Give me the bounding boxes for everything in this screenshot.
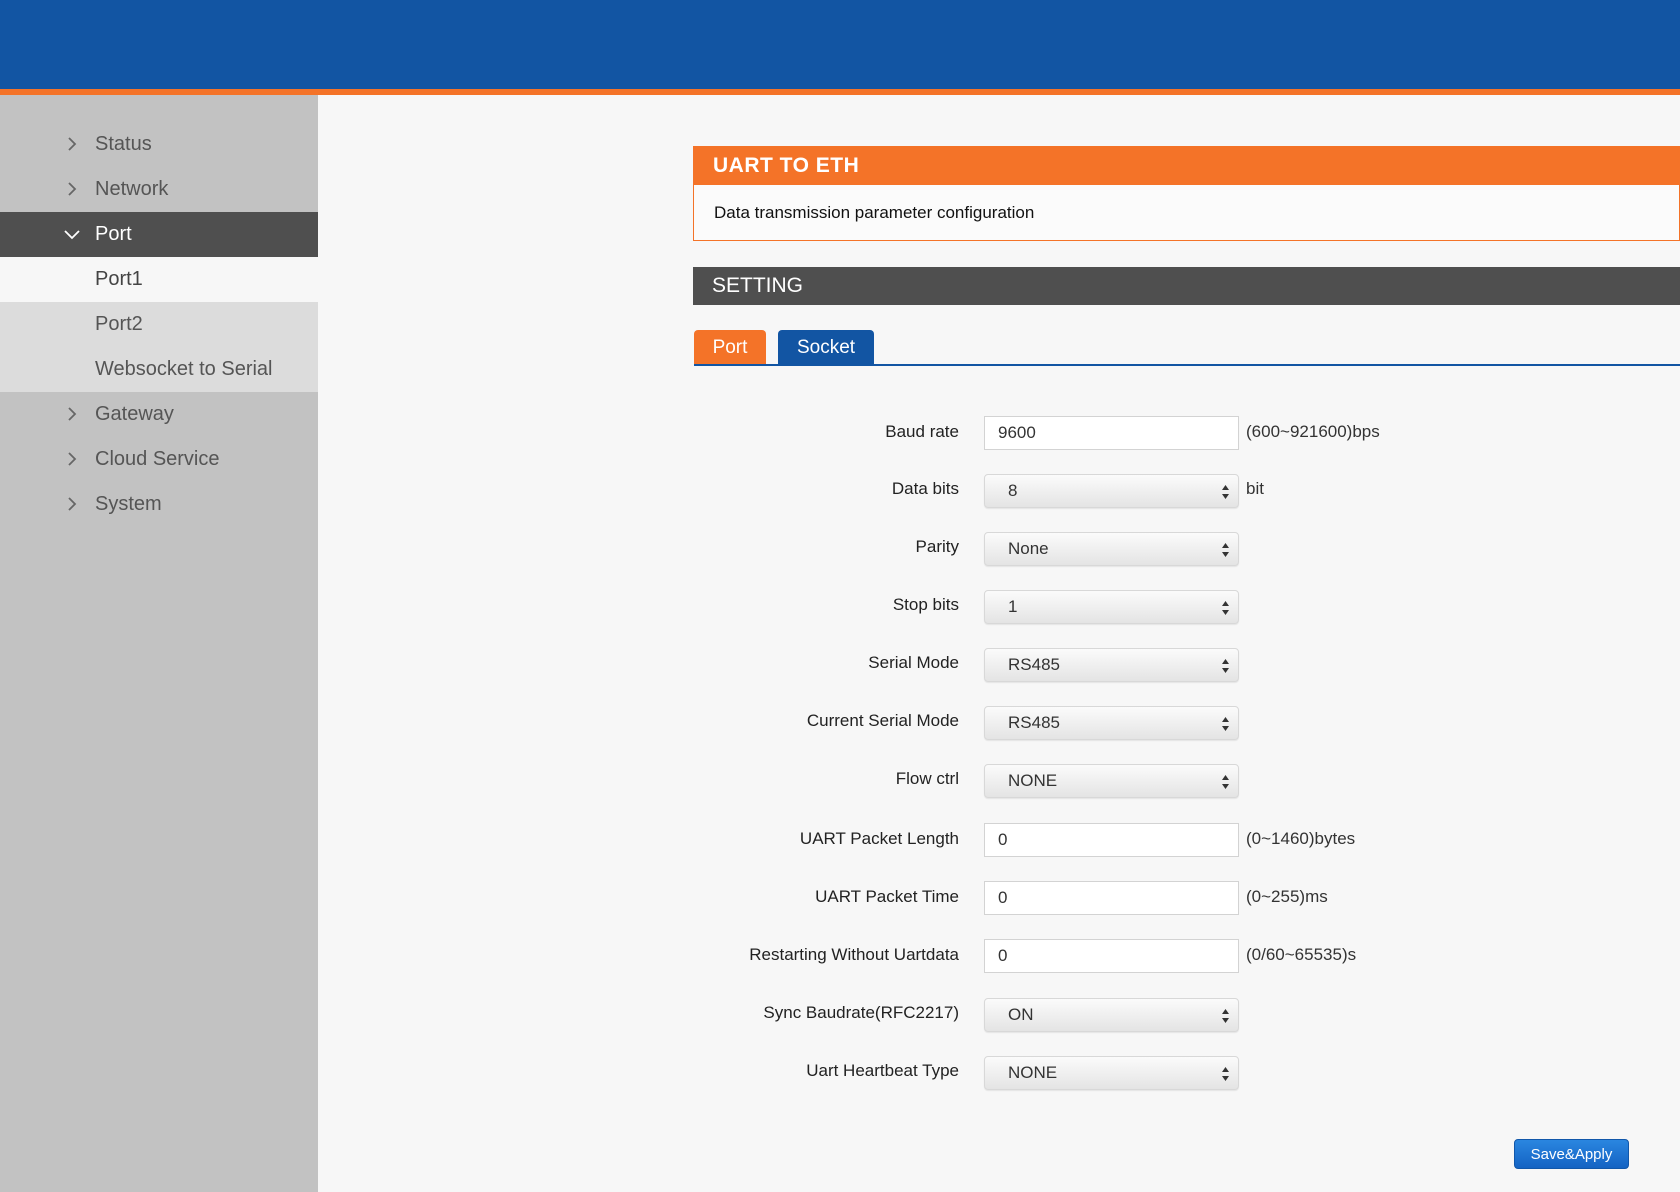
current-serial-mode-label: Current Serial Mode — [806, 711, 959, 730]
parity-select[interactable]: None — [984, 532, 1239, 566]
sidebar-item-label: Cloud Service — [95, 448, 220, 470]
parity-label: Parity — [915, 537, 959, 556]
sidebar-item-port[interactable]: Port — [0, 212, 318, 257]
panel-title: UART TO ETH — [693, 146, 1680, 185]
sidebar-item-label: Gateway — [95, 403, 174, 425]
restart-without-uartdata-hint: (0/60~65535)s — [1246, 945, 1357, 964]
chevron-right-icon — [68, 452, 77, 466]
packet-time-input[interactable]: 0 — [984, 881, 1239, 915]
heartbeat-type-select[interactable]: NONE — [984, 1056, 1239, 1090]
sidebar-subitem-label: Port2 — [95, 313, 143, 335]
serial-mode-value: RS485 — [1008, 655, 1060, 674]
select-arrows-icon — [1222, 601, 1229, 615]
setting-section-title: SETTING — [693, 267, 1680, 305]
select-arrows-icon — [1222, 1009, 1229, 1023]
sync-baudrate-label: Sync Baudrate(RFC2217) — [763, 1003, 959, 1022]
tab-underline — [694, 364, 1680, 366]
save-apply-button[interactable]: Save&Apply — [1514, 1139, 1629, 1169]
tab-port[interactable]: Port — [694, 330, 766, 365]
sidebar-subitem-port2[interactable]: Port2 — [0, 302, 318, 347]
packet-time-hint: (0~255)ms — [1246, 887, 1328, 906]
sidebar-item-cloud-service[interactable]: Cloud Service — [0, 437, 318, 482]
sidebar-subitem-port1[interactable]: Port1 — [0, 257, 318, 302]
current-serial-mode-select[interactable]: RS485 — [984, 706, 1239, 740]
sidebar-item-network[interactable]: Network — [0, 167, 318, 212]
sidebar-item-label: Status — [95, 133, 152, 155]
select-arrows-icon — [1222, 485, 1229, 499]
sidebar-subitem-websocket-to-serial[interactable]: Websocket to Serial — [0, 347, 318, 392]
data-bits-select[interactable]: 8 — [984, 474, 1239, 508]
sidebar-item-label: Port — [95, 223, 132, 245]
tab-socket[interactable]: Socket — [778, 330, 874, 365]
parity-value: None — [1008, 539, 1049, 558]
data-bits-hint: bit — [1246, 479, 1264, 498]
flow-ctrl-label: Flow ctrl — [895, 769, 959, 788]
sidebar-item-label: Network — [95, 178, 169, 200]
stop-bits-select[interactable]: 1 — [984, 590, 1239, 624]
heartbeat-type-value: NONE — [1008, 1063, 1058, 1082]
panel-description: Data transmission parameter configuratio… — [693, 185, 1680, 241]
top-header-bar — [0, 0, 1680, 89]
sidebar-item-gateway[interactable]: Gateway — [0, 392, 318, 437]
chevron-right-icon — [68, 182, 77, 196]
flow-ctrl-value: NONE — [1008, 771, 1058, 790]
sync-baudrate-select[interactable]: ON — [984, 998, 1239, 1032]
packet-length-input[interactable]: 0 — [984, 823, 1239, 857]
sidebar-subitem-label: Websocket to Serial — [95, 358, 273, 380]
stop-bits-label: Stop bits — [892, 595, 959, 614]
select-arrows-icon — [1222, 775, 1229, 789]
data-bits-value: 8 — [1008, 481, 1018, 500]
packet-length-hint: (0~1460)bytes — [1246, 829, 1356, 848]
select-arrows-icon — [1222, 717, 1229, 731]
serial-mode-label: Serial Mode — [868, 653, 959, 672]
restart-without-uartdata-label: Restarting Without Uartdata — [749, 945, 959, 964]
chevron-down-icon — [64, 230, 80, 240]
packet-length-label: UART Packet Length — [799, 829, 959, 848]
packet-time-label: UART Packet Time — [815, 887, 959, 906]
restart-without-uartdata-input[interactable]: 0 — [984, 939, 1239, 973]
data-bits-label: Data bits — [891, 479, 959, 498]
sidebar-subitem-label: Port1 — [95, 268, 143, 290]
baud-rate-label: Baud rate — [885, 422, 959, 441]
serial-mode-select[interactable]: RS485 — [984, 648, 1239, 682]
heartbeat-type-label: Uart Heartbeat Type — [806, 1061, 959, 1080]
sync-baudrate-value: ON — [1008, 1005, 1034, 1024]
sidebar-item-status[interactable]: Status — [0, 122, 318, 167]
chevron-right-icon — [68, 137, 77, 151]
select-arrows-icon — [1222, 543, 1229, 557]
sidebar-item-system[interactable]: System — [0, 482, 318, 527]
sidebar-item-label: System — [95, 493, 162, 515]
current-serial-mode-value: RS485 — [1008, 713, 1060, 732]
select-arrows-icon — [1222, 1067, 1229, 1081]
stop-bits-value: 1 — [1008, 597, 1018, 616]
flow-ctrl-select[interactable]: NONE — [984, 764, 1239, 798]
baud-rate-hint: (600~921600)bps — [1246, 422, 1380, 441]
select-arrows-icon — [1222, 659, 1229, 673]
chevron-right-icon — [68, 407, 77, 421]
chevron-right-icon — [68, 497, 77, 511]
baud-rate-input[interactable]: 9600 — [984, 416, 1239, 450]
